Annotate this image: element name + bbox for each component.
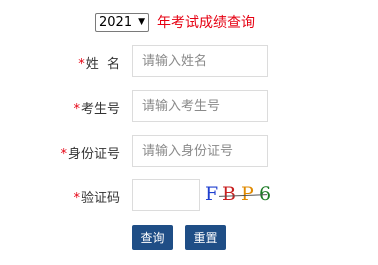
year-title-row: 2021 ▼ 年考试成绩查询 — [95, 12, 255, 32]
captcha-row: *验证码 — [0, 179, 378, 211]
required-mark: * — [60, 147, 67, 162]
chevron-down-icon: ▼ — [138, 17, 145, 27]
required-mark: * — [78, 57, 85, 72]
name-label: *姓 名 — [78, 57, 120, 72]
captcha-char: B — [222, 183, 236, 205]
exam-no-label: *考生号 — [73, 102, 120, 117]
exam-no-row: *考生号 — [0, 90, 378, 122]
query-button[interactable]: 查询 — [132, 225, 173, 250]
year-select[interactable]: 2021 ▼ — [95, 12, 149, 32]
captcha-input[interactable] — [132, 179, 200, 211]
id-no-row: *身份证号 — [0, 135, 378, 167]
required-mark: * — [73, 102, 80, 117]
captcha-label: *验证码 — [73, 191, 120, 206]
required-mark: * — [73, 191, 80, 206]
name-row: *姓 名 — [0, 45, 378, 77]
id-no-input[interactable] — [132, 135, 268, 167]
page-title: 年考试成绩查询 — [157, 15, 255, 31]
exam-no-input[interactable] — [132, 90, 268, 122]
captcha-char: F — [205, 183, 219, 205]
id-no-label: *身份证号 — [60, 147, 120, 162]
reset-button[interactable]: 重置 — [185, 225, 226, 250]
name-input[interactable] — [132, 45, 268, 77]
year-select-value: 2021 — [99, 14, 133, 30]
captcha-image[interactable]: F B P 6 — [205, 183, 275, 207]
